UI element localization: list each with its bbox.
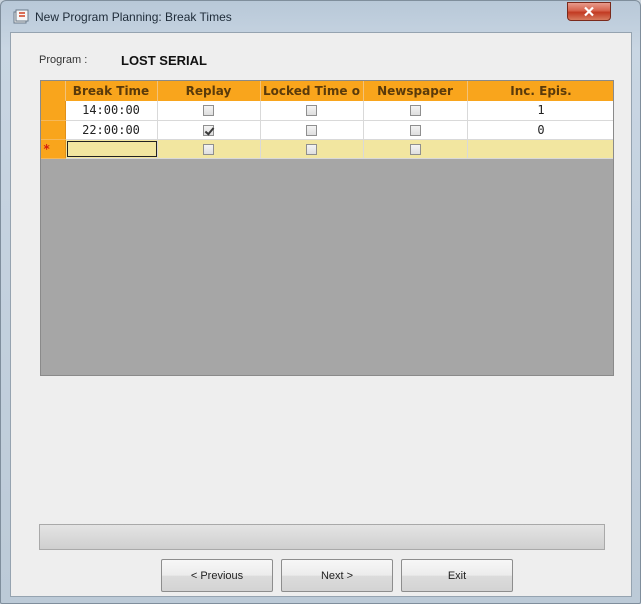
locked-time-checkbox[interactable] (306, 143, 317, 155)
inc-epis-cell[interactable]: 0 (467, 120, 613, 140)
row-header-corner (41, 81, 66, 101)
previous-button[interactable]: < Previous (161, 559, 273, 592)
app-icon (13, 9, 29, 24)
program-label: Program : (39, 54, 88, 66)
newspaper-cell[interactable] (363, 120, 468, 140)
program-name: LOST SERIAL (121, 53, 207, 68)
replay-cell[interactable] (157, 139, 261, 159)
exit-button[interactable]: Exit (401, 559, 513, 592)
locked-time-cell[interactable] (260, 120, 364, 140)
close-button[interactable] (567, 2, 611, 21)
title-bar[interactable]: New Program Planning: Break Times (1, 1, 641, 31)
replay-cell[interactable] (157, 101, 261, 121)
progress-bar (39, 524, 605, 550)
dialog-client-area: Program : LOST SERIAL Break Time Replay … (10, 32, 632, 597)
grid-header-row: Break Time Replay Locked Time o Newspape… (41, 81, 613, 101)
row-header[interactable] (41, 101, 66, 121)
replay-checkbox[interactable] (203, 105, 214, 117)
newspaper-checkbox[interactable] (409, 105, 421, 117)
newspaper-checkbox[interactable] (409, 124, 421, 136)
inc-epis-cell[interactable]: 1 (467, 101, 613, 121)
inc-epis-cell[interactable] (467, 139, 613, 159)
column-header-break-time[interactable]: Break Time (65, 81, 158, 101)
row-header[interactable] (41, 120, 66, 140)
column-header-newspaper[interactable]: Newspaper (363, 81, 468, 101)
locked-time-checkbox[interactable] (306, 105, 317, 117)
newspaper-cell[interactable] (363, 139, 468, 159)
replay-cell[interactable] (157, 120, 261, 140)
window-title: New Program Planning: Break Times (35, 10, 232, 24)
table-row[interactable]: 14:00:00 1 (41, 101, 613, 121)
new-row-marker[interactable]: * (41, 139, 66, 159)
table-row[interactable]: 22:00:00 0 (41, 120, 613, 140)
column-header-replay[interactable]: Replay (157, 81, 261, 101)
newspaper-checkbox[interactable] (409, 143, 421, 155)
locked-time-checkbox[interactable] (306, 124, 317, 136)
dialog-window: New Program Planning: Break Times Progra… (0, 0, 641, 604)
replay-checkbox[interactable] (203, 143, 214, 155)
replay-checkbox[interactable] (203, 124, 214, 136)
break-times-grid[interactable]: Break Time Replay Locked Time o Newspape… (40, 80, 614, 376)
new-row[interactable]: * (41, 139, 613, 159)
next-button[interactable]: Next > (281, 559, 393, 592)
newspaper-cell[interactable] (363, 101, 468, 121)
break-time-cell[interactable]: 14:00:00 (65, 101, 158, 121)
break-time-editor[interactable] (66, 140, 156, 157)
break-time-cell[interactable] (65, 139, 158, 159)
locked-time-cell[interactable] (260, 101, 364, 121)
break-time-cell[interactable]: 22:00:00 (65, 120, 158, 140)
locked-time-cell[interactable] (260, 139, 364, 159)
column-header-locked-time[interactable]: Locked Time o (260, 81, 364, 101)
column-header-inc-epis[interactable]: Inc. Epis. (467, 81, 613, 101)
close-icon (584, 6, 594, 17)
